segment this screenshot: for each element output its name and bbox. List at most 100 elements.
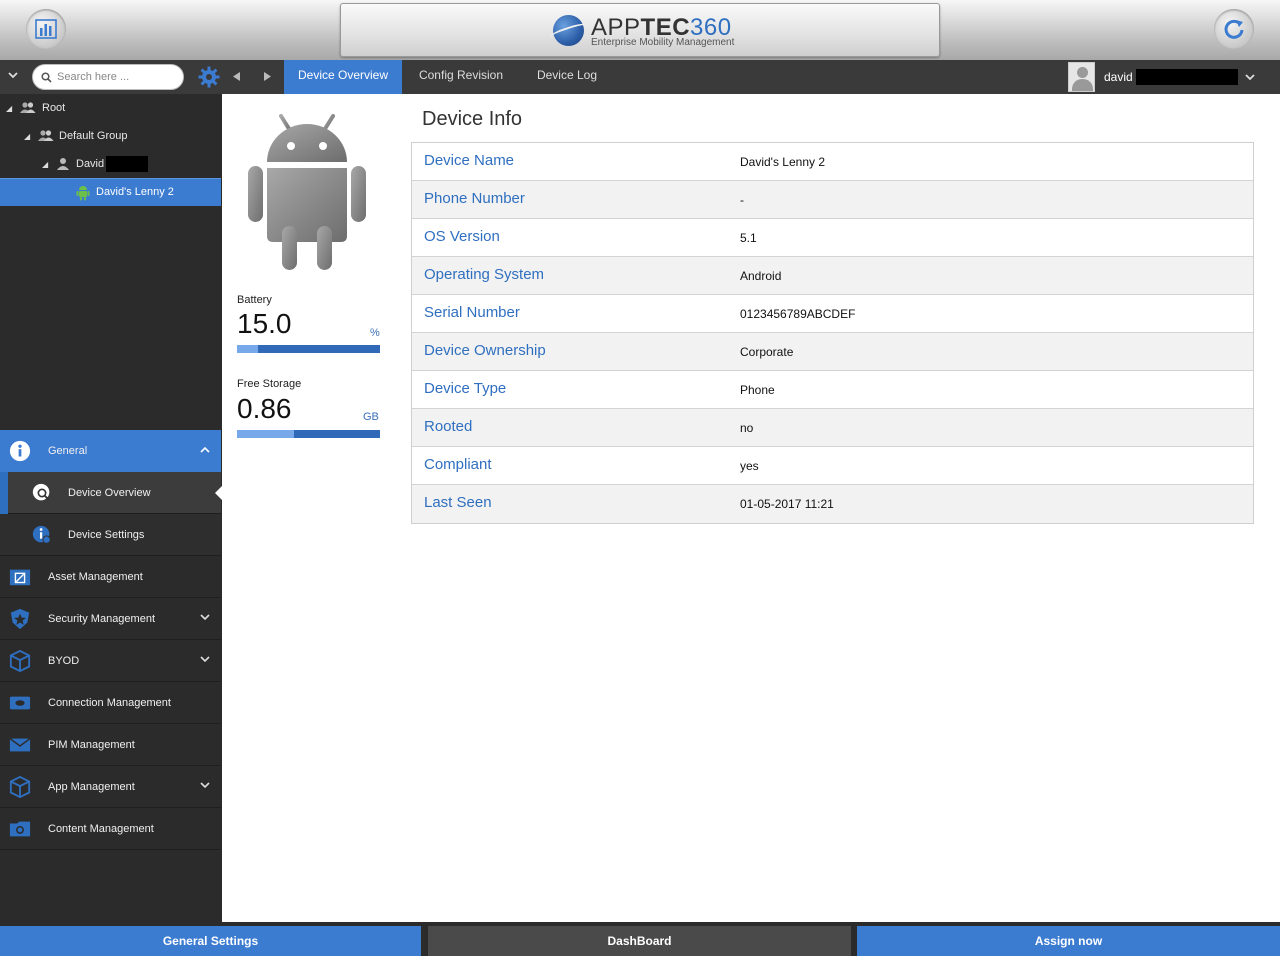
menu-label-device-overview: Device Overview — [68, 486, 151, 499]
battery-label: Battery — [237, 294, 272, 306]
storage-label: Free Storage — [237, 378, 302, 390]
envelope-icon — [9, 737, 31, 752]
app-logo: APPTEC360 Enterprise Mobility Management — [340, 3, 940, 57]
tree-label-root: Root — [42, 102, 66, 114]
asset-icon — [9, 569, 31, 586]
user-name: david — [1104, 70, 1133, 84]
sidebar: ◢ Root ◢ Default Group ◢ David David's L… — [0, 94, 222, 922]
menu-label-device-settings: Device Settings — [68, 528, 145, 541]
table-row: Compliant yes — [412, 447, 1253, 485]
info-key: Rooted — [424, 418, 473, 435]
menu-app-management[interactable]: App Management — [0, 766, 221, 808]
info-icon — [9, 440, 31, 462]
menu-label-security-management: Security Management — [48, 612, 155, 625]
assign-now-button[interactable]: Assign now — [857, 926, 1280, 956]
search-icon — [41, 71, 52, 83]
users-group-icon — [38, 130, 54, 141]
menu-label-general: General — [48, 445, 88, 457]
battery-bar-fill — [237, 345, 259, 353]
storage-bar — [237, 430, 380, 438]
refresh-button[interactable] — [1214, 9, 1254, 49]
device-info-title: Device Info — [422, 108, 523, 130]
tree-node-root[interactable]: ◢ Root — [6, 98, 65, 118]
info-value: yes — [740, 459, 759, 473]
redacted-block — [1136, 69, 1238, 85]
menu-security-management[interactable]: Security Management — [0, 598, 221, 640]
cube-icon — [9, 650, 31, 672]
chevron-down-icon[interactable] — [199, 653, 211, 668]
menu-pim-management[interactable]: PIM Management — [0, 724, 221, 766]
gear-icon[interactable] — [197, 65, 221, 92]
collapse-chevron-icon[interactable] — [7, 69, 19, 84]
avatar — [1068, 62, 1095, 92]
info-key: Phone Number — [424, 190, 525, 207]
info-value: Phone — [740, 383, 775, 397]
refresh-icon — [1224, 19, 1244, 39]
table-row: Rooted no — [412, 409, 1253, 447]
bar-chart-icon — [35, 19, 57, 39]
users-group-icon — [20, 102, 36, 113]
chevron-up-icon[interactable] — [199, 444, 211, 459]
tree-node-default-group[interactable]: ◢ Default Group — [24, 126, 127, 146]
user-menu[interactable]: david — [1068, 62, 1280, 92]
battery-unit: % — [370, 327, 380, 339]
menu-label-pim-management: PIM Management — [48, 738, 135, 751]
menu-label-byod: BYOD — [48, 654, 80, 667]
table-row: Operating System Android — [412, 257, 1253, 295]
info-value: 0123456789ABCDEF — [740, 307, 856, 321]
menu-device-settings[interactable]: Device Settings — [0, 514, 221, 556]
android-icon — [76, 186, 90, 201]
table-row: Device Name David's Lenny 2 — [412, 143, 1253, 181]
expand-triangle-icon[interactable]: ◢ — [42, 160, 52, 169]
chevron-down-icon[interactable] — [199, 779, 211, 794]
dashboard-chart-button[interactable] — [26, 9, 66, 49]
search-box[interactable] — [32, 64, 184, 90]
info-key: Last Seen — [424, 494, 492, 511]
info-key: Serial Number — [424, 304, 520, 321]
info-value: Android — [740, 269, 782, 283]
chevron-down-icon[interactable] — [199, 611, 211, 626]
table-row: Phone Number - — [412, 181, 1253, 219]
info-key: Device Ownership — [424, 342, 546, 359]
menu-label-asset-management: Asset Management — [48, 570, 143, 583]
app-cube-icon — [9, 776, 31, 798]
app-header: APPTEC360 Enterprise Mobility Management — [0, 0, 1280, 60]
tab-config-revision[interactable]: Config Revision — [404, 60, 518, 94]
menu-general[interactable]: General — [0, 430, 221, 472]
search-input[interactable] — [57, 71, 177, 83]
menu-device-overview[interactable]: Device Overview — [0, 472, 222, 514]
menu-asset-management[interactable]: Asset Management — [0, 556, 221, 598]
info-value: Corporate — [740, 345, 794, 359]
shield-icon — [10, 608, 30, 630]
storage-value: 0.86 — [237, 393, 292, 424]
expand-triangle-icon[interactable]: ◢ — [24, 132, 34, 141]
tree-node-user[interactable]: ◢ David — [42, 154, 149, 174]
forward-arrow-icon[interactable] — [262, 71, 273, 85]
expand-triangle-icon[interactable]: ◢ — [6, 104, 16, 113]
menu-connection-management[interactable]: Connection Management — [0, 682, 221, 724]
storage-bar-fill — [237, 430, 295, 438]
dashboard-button[interactable]: DashBoard — [428, 926, 851, 956]
table-row: Last Seen 01-05-2017 11:21 — [412, 485, 1253, 523]
battery-value: 15.0 — [237, 308, 292, 339]
chevron-down-icon[interactable] — [1244, 71, 1256, 86]
android-robot-icon — [248, 114, 366, 270]
logo-subtitle: Enterprise Mobility Management — [591, 37, 735, 48]
table-row: OS Version 5.1 — [412, 219, 1253, 257]
info-value: 5.1 — [740, 231, 757, 245]
menu-content-management[interactable]: Content Management — [0, 808, 221, 850]
toolbar: Device Overview Config Revision Device L… — [0, 60, 1280, 94]
battery-bar — [237, 345, 380, 353]
menu-byod[interactable]: BYOD — [0, 640, 221, 682]
tab-device-overview[interactable]: Device Overview — [284, 60, 402, 94]
menu-label-connection-management: Connection Management — [48, 696, 171, 709]
tab-device-log[interactable]: Device Log — [520, 60, 614, 94]
info-value: - — [740, 193, 744, 207]
user-icon — [57, 158, 69, 170]
back-arrow-icon[interactable] — [231, 71, 242, 85]
tree-node-device-selected[interactable]: David's Lenny 2 — [0, 178, 221, 206]
folder-icon — [9, 821, 31, 837]
info-value: no — [740, 421, 754, 435]
general-settings-button[interactable]: General Settings — [0, 926, 421, 956]
table-row: Device Type Phone — [412, 371, 1253, 409]
